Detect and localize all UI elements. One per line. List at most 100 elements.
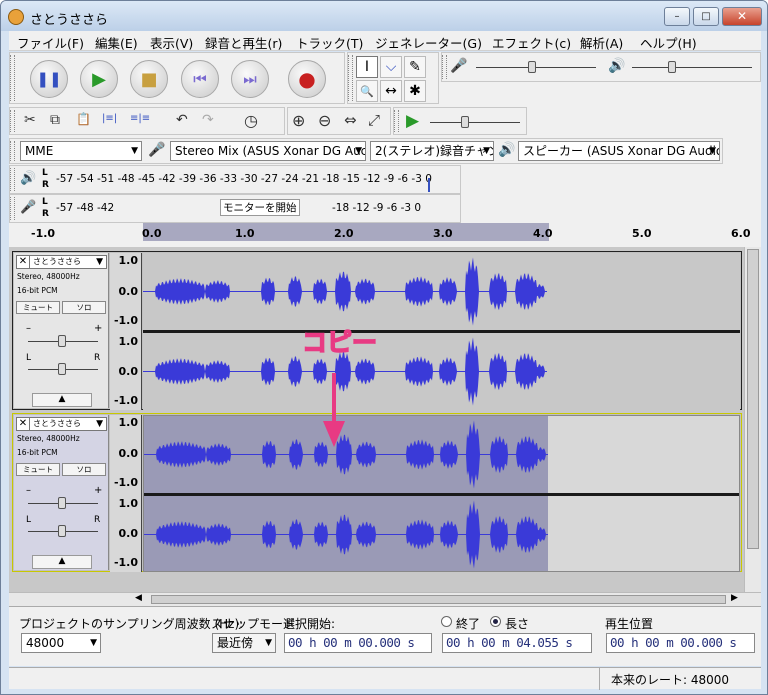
cut-icon[interactable]: ✂ — [24, 112, 36, 128]
input-device-select[interactable]: Stereo Mix (ASUS Xonar DG Auc ▼ — [170, 141, 366, 161]
annotation-arrow-icon — [323, 373, 345, 447]
timeline-ruler[interactable]: -1.0 0.0 1.0 2.0 3.0 4.0 5.0 6.0 — [9, 223, 761, 247]
audio-host-select[interactable]: MME ▼ — [20, 141, 142, 161]
selection-tool[interactable]: I — [356, 56, 378, 78]
snap-select[interactable]: 最近傍 ▼ — [212, 633, 276, 653]
horizontal-scrollbar[interactable]: ◀ ▶ — [9, 592, 761, 606]
start-monitoring-button[interactable]: モニターを開始 — [220, 199, 300, 216]
input-volume-slider[interactable] — [528, 61, 536, 73]
record-icon: ● — [298, 67, 316, 91]
menu-view[interactable]: 表示(V) — [150, 33, 193, 52]
trim-icon[interactable]: |≡| — [102, 113, 117, 124]
amp-label: 0.0 — [118, 527, 139, 540]
track-name-menu[interactable]: ✕ さとうささら ▼ — [16, 255, 107, 269]
menu-generate[interactable]: ジェネレーター(G) — [375, 33, 482, 52]
solo-button[interactable]: ソロ — [62, 301, 106, 314]
copy-icon[interactable]: ⧉ — [50, 112, 60, 128]
toolbar-area: ❚❚ ▶ ■ ⏮ ⏭ ● I ⌵ ✎ 🔍 ↔ ✱ 🎤 🔊 ✂ ⧉ 📋 |≡| ≡… — [9, 52, 761, 223]
collapse-track-button[interactable]: ▲ — [32, 393, 92, 407]
project-rate-select[interactable]: 48000 ▼ — [21, 633, 101, 653]
scroll-left-icon[interactable]: ◀ — [135, 593, 142, 603]
audio-track-selected[interactable]: ✕ さとうささら ▼ Stereo, 48000Hz 16-bit PCM ミュート… — [12, 413, 742, 572]
edit-toolbar: ✂ ⧉ 📋 |≡| ≡|≡ ↶ ↷ ◷ — [9, 107, 285, 135]
mute-button[interactable]: ミュート — [16, 463, 60, 476]
solo-button[interactable]: ソロ — [62, 463, 106, 476]
pan-left-label: L — [26, 515, 32, 525]
track-format: Stereo, 48000Hz — [17, 434, 80, 443]
selection-start-label: 選択開始: — [283, 617, 336, 631]
length-label: 長さ — [505, 617, 530, 631]
menu-file[interactable]: ファイル(F) — [17, 33, 84, 52]
redo-icon[interactable]: ↷ — [202, 112, 214, 128]
play-at-speed-icon[interactable]: ▶ — [406, 111, 419, 131]
horizontal-scroll-thumb[interactable] — [151, 595, 726, 604]
end-radio[interactable] — [441, 616, 452, 627]
pan-slider[interactable] — [58, 525, 66, 537]
menu-tracks[interactable]: トラック(T) — [296, 33, 363, 52]
selection-length-time[interactable]: 00 h 00 m 04.055 s — [442, 633, 592, 653]
gain-minus-label: – — [26, 323, 31, 334]
menu-transport[interactable]: 録音と再生(r) — [205, 33, 282, 52]
silence-icon[interactable]: ≡|≡ — [130, 113, 150, 124]
collapse-track-button[interactable]: ▲ — [32, 555, 92, 569]
waveform-clip-selected[interactable] — [143, 415, 740, 572]
envelope-tool[interactable]: ⌵ — [380, 56, 402, 78]
stop-button[interactable]: ■ — [130, 60, 168, 98]
waveform-clip[interactable] — [143, 253, 740, 410]
mute-button[interactable]: ミュート — [16, 301, 60, 314]
menu-effect[interactable]: エフェクト(c) — [492, 33, 571, 52]
vertical-scroll-thumb[interactable] — [747, 249, 759, 549]
audio-position-time[interactable]: 00 h 00 m 00.000 s — [606, 633, 755, 653]
gain-slider[interactable] — [58, 335, 66, 347]
minimize-button[interactable]: – — [664, 7, 690, 26]
channels-select[interactable]: 2(ステレオ)録音チャン ▼ — [370, 141, 494, 161]
close-button[interactable]: ✕ — [722, 7, 762, 26]
vertical-scrollbar[interactable] — [744, 247, 761, 592]
paste-icon[interactable]: 📋 — [76, 112, 91, 126]
skip-start-button[interactable]: ⏮ — [181, 60, 219, 98]
zoom-tool[interactable]: 🔍 — [356, 80, 378, 102]
speaker-meter-icon[interactable]: 🔊 — [20, 171, 36, 186]
pan-right-label: R — [94, 353, 101, 363]
length-radio[interactable] — [490, 616, 501, 627]
maximize-button[interactable]: □ — [693, 7, 719, 26]
menu-edit[interactable]: 編集(E) — [95, 33, 138, 52]
scroll-right-icon[interactable]: ▶ — [731, 593, 738, 603]
timeshift-tool[interactable]: ↔ — [380, 80, 402, 102]
track-name-menu[interactable]: ✕ さとうささら ▼ — [16, 417, 107, 431]
pause-button[interactable]: ❚❚ — [30, 60, 68, 98]
app-window: さとうささら – □ ✕ ファイル(F) 編集(E) 表示(V) 録音と再生(r… — [0, 0, 768, 695]
ruler-label: 0.0 — [142, 227, 162, 240]
zoom-out-icon[interactable]: ⊖ — [318, 111, 331, 130]
selection-start-time[interactable]: 00 h 00 m 00.000 s — [284, 633, 432, 653]
chevron-down-icon: ▼ — [265, 638, 272, 648]
play-button[interactable]: ▶ — [80, 60, 118, 98]
undo-icon[interactable]: ↶ — [176, 112, 188, 128]
menu-help[interactable]: ヘルプ(H) — [640, 33, 697, 52]
fit-project-icon[interactable]: ⤢ — [368, 111, 380, 129]
stop-icon: ■ — [140, 68, 158, 90]
toolbar-grip — [10, 55, 15, 101]
menu-analyze[interactable]: 解析(A) — [580, 33, 623, 52]
sync-lock-icon[interactable]: ◷ — [244, 111, 258, 130]
output-device-select[interactable]: スピーカー (ASUS Xonar DG Audio ▼ — [518, 141, 720, 161]
microphone-meter-icon[interactable]: 🎤 — [20, 200, 36, 215]
amp-label: -1.0 — [113, 394, 138, 407]
pan-slider[interactable] — [58, 363, 66, 375]
ruler-label: 1.0 — [235, 227, 255, 240]
output-volume-slider[interactable] — [668, 61, 676, 73]
multi-tool[interactable]: ✱ — [404, 80, 426, 102]
speed-slider[interactable] — [461, 116, 469, 128]
close-track-icon[interactable]: ✕ — [17, 256, 30, 268]
gain-slider[interactable] — [58, 497, 66, 509]
record-button[interactable]: ● — [288, 60, 326, 98]
ruler-label: 6.0 — [731, 227, 751, 240]
skip-end-button[interactable]: ⏭ — [231, 60, 269, 98]
fit-selection-icon[interactable]: ⇔ — [344, 111, 357, 129]
draw-tool[interactable]: ✎ — [404, 56, 426, 78]
audio-host-value: MME — [25, 144, 54, 158]
close-track-icon[interactable]: ✕ — [17, 418, 30, 430]
pan-left-label: L — [26, 353, 32, 363]
playback-meter-toolbar: 🔊 L R -57 -54 -51 -48 -45 -42 -39 -36 -3… — [9, 165, 461, 194]
zoom-in-icon[interactable]: ⊕ — [292, 111, 305, 130]
